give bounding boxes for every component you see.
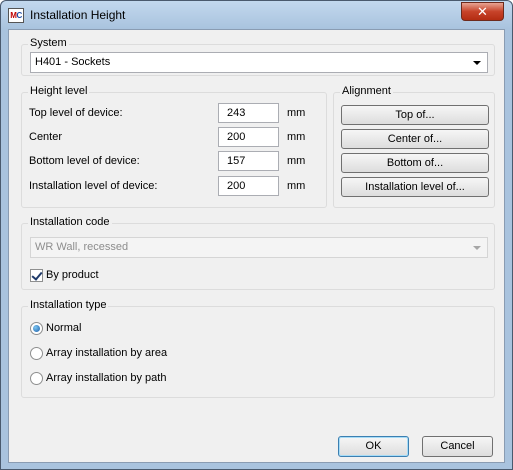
by-product-checkbox[interactable] [30,269,43,282]
installation-level-input[interactable]: 200 [218,176,279,196]
top-level-input[interactable]: 243 [218,103,279,123]
installation-code-dropdown: WR Wall, recessed [30,237,488,258]
system-group: System H401 - Sockets [21,37,495,76]
align-center-button[interactable]: Center of... [341,129,489,149]
align-top-button[interactable]: Top of... [341,105,489,125]
title-bar[interactable]: MC Installation Height ✕ [1,1,512,29]
installation-level-unit: mm [287,180,306,192]
system-dropdown-value: H401 - Sockets [35,56,111,68]
installation-code-dropdown-value: WR Wall, recessed [35,241,129,253]
array-by-path-radio[interactable] [30,372,43,385]
cancel-button[interactable]: Cancel [422,436,493,457]
app-icon: MC [8,8,24,23]
top-level-label: Top level of device: [29,107,123,119]
window-title: Installation Height [30,8,126,22]
bottom-level-unit: mm [287,155,306,167]
system-dropdown[interactable]: H401 - Sockets [30,52,488,73]
top-level-unit: mm [287,107,306,119]
dialog-client-area: System H401 - Sockets Height level Top l… [8,29,505,463]
align-installation-level-button[interactable]: Installation level of... [341,177,489,197]
normal-radio-label[interactable]: Normal [46,322,81,334]
align-bottom-button[interactable]: Bottom of... [341,153,489,173]
by-product-label[interactable]: By product [46,269,99,281]
installation-code-group-label: Installation code [28,216,112,228]
array-by-path-radio-label[interactable]: Array installation by path [46,372,166,384]
app-icon-letter-c: C [16,11,22,20]
ok-button[interactable]: OK [338,436,409,457]
normal-radio[interactable] [30,322,43,335]
close-icon[interactable]: ✕ [461,2,504,21]
installation-type-group-label: Installation type [28,299,109,311]
alignment-group-label: Alignment [340,85,393,97]
system-group-label: System [28,37,69,49]
chevron-down-icon [473,61,481,65]
chevron-down-icon [473,246,481,250]
bottom-level-input[interactable]: 157 [218,151,279,171]
installation-level-label: Installation level of device: [29,180,158,192]
array-by-area-radio[interactable] [30,347,43,360]
center-input[interactable]: 200 [218,127,279,147]
center-unit: mm [287,131,306,143]
bottom-level-label: Bottom level of device: [29,155,140,167]
height-level-group-label: Height level [28,85,90,97]
array-by-area-radio-label[interactable]: Array installation by area [46,347,167,359]
center-label: Center [29,131,63,143]
dialog-window: MC Installation Height ✕ System H401 - S… [0,0,513,470]
